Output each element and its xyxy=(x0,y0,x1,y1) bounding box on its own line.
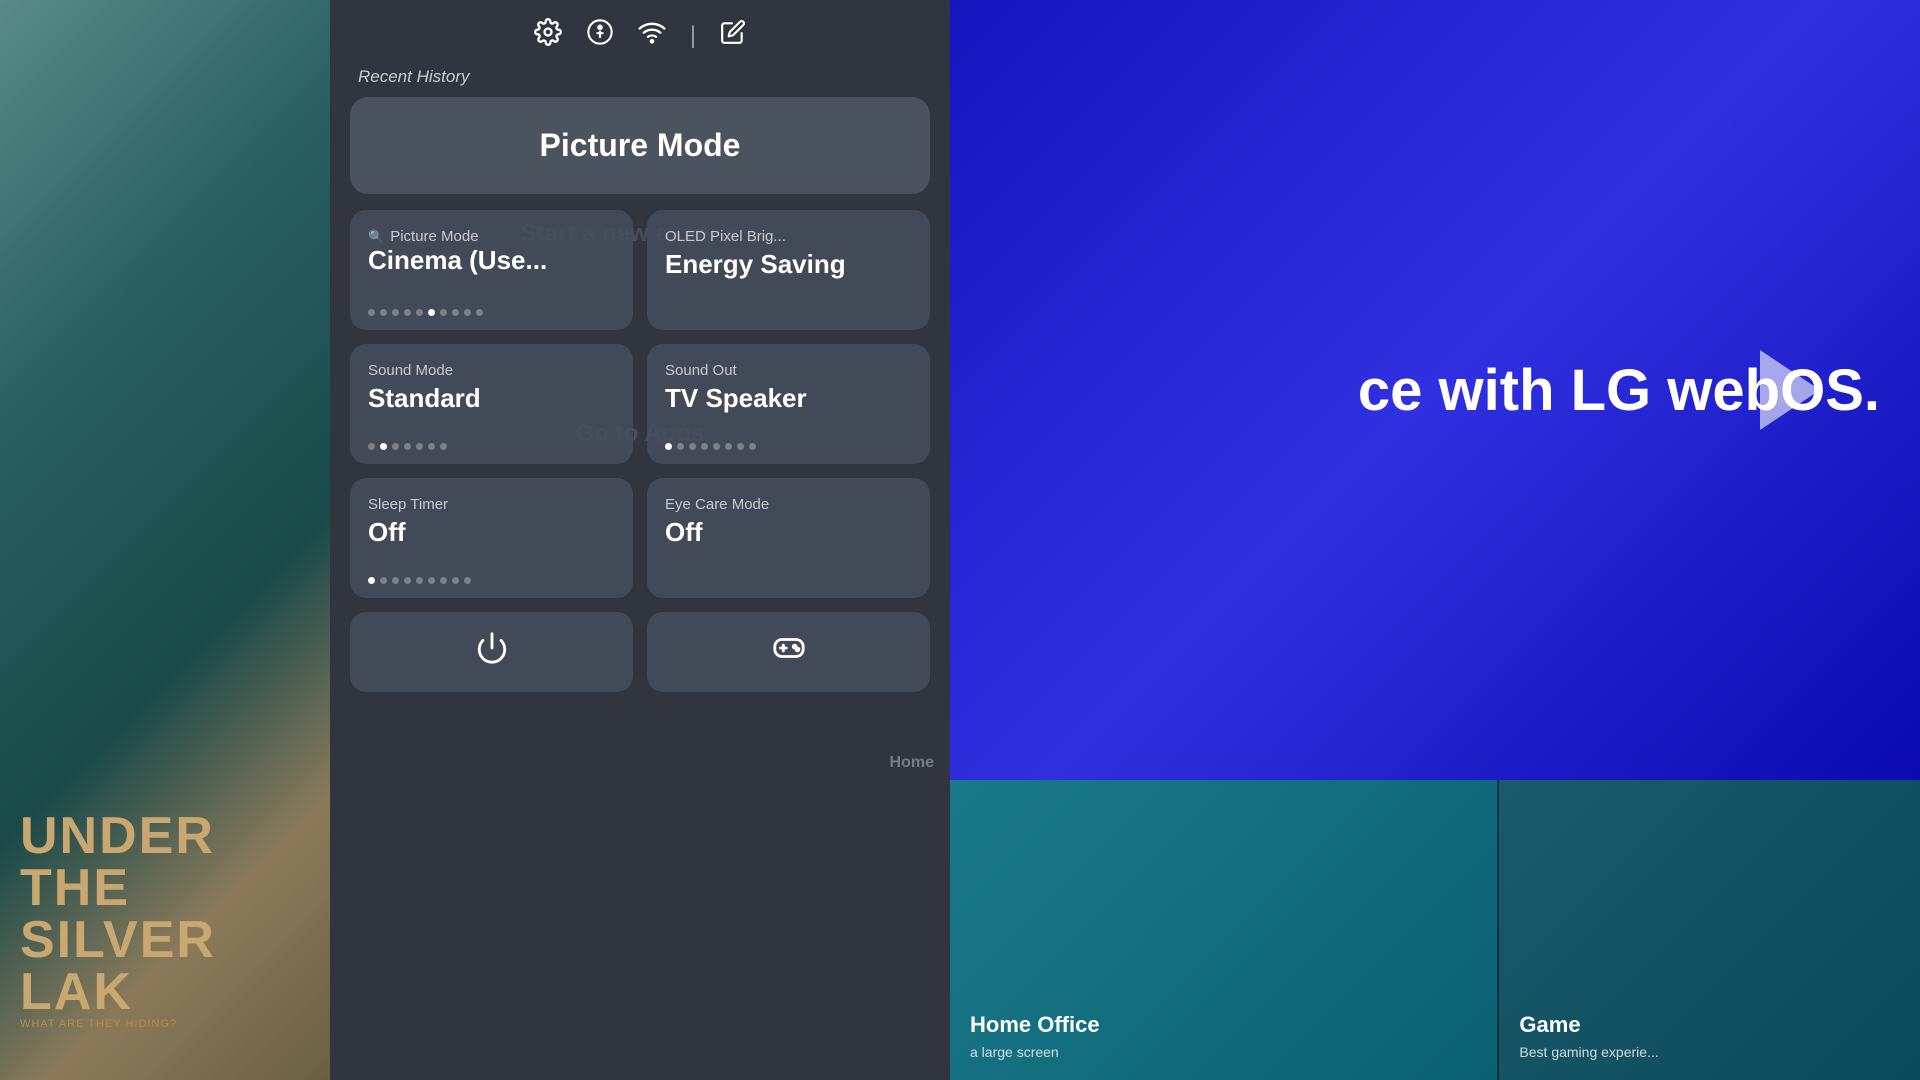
sm-dot-2-active xyxy=(380,443,387,450)
st-dot-4 xyxy=(404,577,411,584)
picture-mode-card-label: 🔍 Picture Mode xyxy=(368,228,615,245)
sm-dot-4 xyxy=(404,443,411,450)
so-dot-3 xyxy=(689,443,696,450)
st-dot-7 xyxy=(440,577,447,584)
oled-card-label: OLED Pixel Brig... xyxy=(665,228,912,245)
sound-out-value: TV Speaker xyxy=(665,383,912,414)
picture-mode-dots xyxy=(368,309,615,316)
so-dot-8 xyxy=(749,443,756,450)
home-label: Home xyxy=(890,754,934,772)
st-dot-5 xyxy=(416,577,423,584)
picture-mode-card-value: Cinema (Use... xyxy=(368,245,615,276)
sm-dot-1 xyxy=(368,443,375,450)
oled-pixel-card[interactable]: OLED Pixel Brig... Energy Saving xyxy=(647,210,930,330)
sleep-timer-card[interactable]: Sleep Timer Off xyxy=(350,478,633,598)
sound-mode-card[interactable]: Sound Mode Standard xyxy=(350,344,633,464)
dot-10 xyxy=(476,309,483,316)
so-dot-1-active xyxy=(665,443,672,450)
st-dot-3 xyxy=(392,577,399,584)
movie-title: UNDER THE SILVER LAK xyxy=(20,810,310,1018)
settings-icon[interactable] xyxy=(534,18,562,53)
picture-mode-card[interactable]: 🔍 Picture Mode Cinema (Use... xyxy=(350,210,633,330)
wifi-icon[interactable] xyxy=(638,18,666,53)
sm-dot-6 xyxy=(428,443,435,450)
sm-dot-5 xyxy=(416,443,423,450)
sleep-timer-label: Sleep Timer xyxy=(368,496,615,513)
left-movie-overlay: UNDER THE SILVER LAK WHAT ARE THEY HIDIN… xyxy=(0,0,330,1080)
main-quick-settings-panel: Start a new experie... Go to Apps Home xyxy=(330,0,950,1080)
so-dot-4 xyxy=(701,443,708,450)
eye-care-label: Eye Care Mode xyxy=(665,496,912,513)
game-title: Game xyxy=(1519,1012,1900,1038)
eye-care-mode-card[interactable]: Eye Care Mode Off xyxy=(647,478,930,598)
play-icon[interactable] xyxy=(1760,350,1820,430)
sm-dot-3 xyxy=(392,443,399,450)
quick-settings-cards-grid: 🔍 Picture Mode Cinema (Use... xyxy=(350,210,930,598)
dot-7 xyxy=(440,309,447,316)
right-content-area: ce with LG webOS. Home Office a large sc… xyxy=(950,0,1920,1080)
sm-dot-7 xyxy=(440,443,447,450)
dot-8 xyxy=(452,309,459,316)
so-dot-7 xyxy=(737,443,744,450)
right-top-section: ce with LG webOS. xyxy=(950,0,1920,780)
st-dot-1-active xyxy=(368,577,375,584)
dot-1 xyxy=(368,309,375,316)
picture-mode-main-button[interactable]: Picture Mode xyxy=(350,97,930,194)
power-card[interactable] xyxy=(350,612,633,692)
gamepad-icon xyxy=(772,631,806,673)
so-dot-6 xyxy=(725,443,732,450)
divider-icon: | xyxy=(690,22,696,50)
dot-3 xyxy=(392,309,399,316)
sound-out-dots xyxy=(665,443,912,450)
movie-subtitle: WHAT ARE THEY HIDING? xyxy=(20,1018,310,1030)
home-office-card[interactable]: Home Office a large screen xyxy=(950,780,1497,1080)
home-office-sub: a large screen xyxy=(970,1044,1477,1060)
oled-card-value: Energy Saving xyxy=(665,249,912,280)
home-office-title: Home Office xyxy=(970,1012,1477,1038)
gamepad-card[interactable] xyxy=(647,612,930,692)
st-dot-6 xyxy=(428,577,435,584)
sound-out-label: Sound Out xyxy=(665,362,912,379)
st-dot-9 xyxy=(464,577,471,584)
accessibility-icon[interactable] xyxy=(586,18,614,53)
sound-mode-value: Standard xyxy=(368,383,615,414)
so-dot-5 xyxy=(713,443,720,450)
game-card-right[interactable]: Game Best gaming experie... xyxy=(1497,780,1920,1080)
dot-9 xyxy=(464,309,471,316)
eye-care-value: Off xyxy=(665,517,912,548)
picture-mode-main-label: Picture Mode xyxy=(540,127,741,163)
sleep-timer-value: Off xyxy=(368,517,615,548)
sound-mode-label: Sound Mode xyxy=(368,362,615,379)
st-dot-8 xyxy=(452,577,459,584)
bottom-cards-row xyxy=(350,612,930,692)
lg-webos-text: ce with LG webOS. xyxy=(990,357,1880,424)
sleep-timer-dots xyxy=(368,577,615,584)
top-icons-row: | xyxy=(534,18,746,53)
recent-history-label: Recent History xyxy=(358,67,469,87)
right-bottom-section: Home Office a large screen Game Best gam… xyxy=(950,780,1920,1080)
search-small-icon: 🔍 xyxy=(368,229,384,245)
dot-5 xyxy=(416,309,423,316)
so-dot-2 xyxy=(677,443,684,450)
game-sub: Best gaming experie... xyxy=(1519,1044,1900,1060)
dot-2 xyxy=(380,309,387,316)
sound-out-card[interactable]: Sound Out TV Speaker xyxy=(647,344,930,464)
dot-6-active xyxy=(428,309,435,316)
dot-4 xyxy=(404,309,411,316)
sound-mode-dots xyxy=(368,443,615,450)
edit-icon[interactable] xyxy=(720,19,746,52)
power-icon xyxy=(475,631,509,673)
st-dot-2 xyxy=(380,577,387,584)
